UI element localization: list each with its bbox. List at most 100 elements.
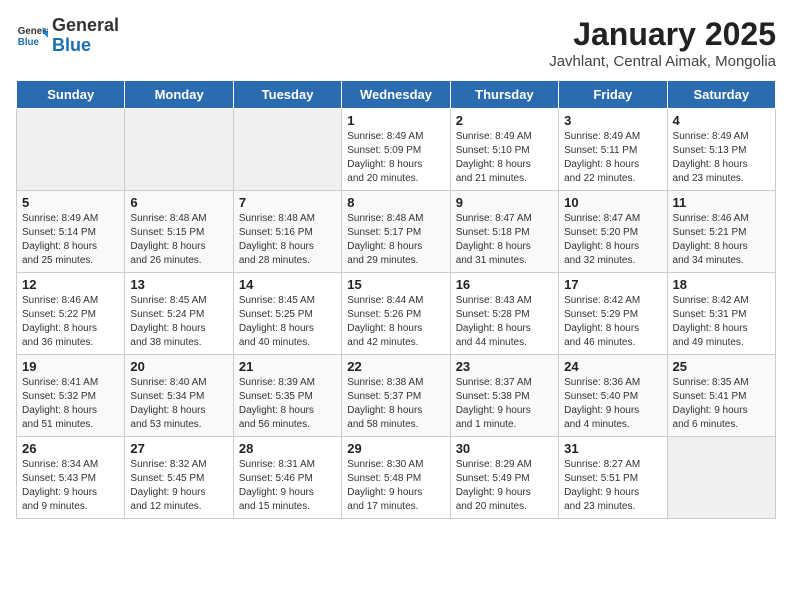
calendar-cell: 17 Sunrise: 8:42 AM Sunset: 5:29 PM Dayli… (559, 273, 667, 355)
day-info: Sunrise: 8:34 AM Sunset: 5:43 PM Dayligh… (22, 458, 119, 514)
weekday-header-wednesday: Wednesday (342, 81, 450, 109)
svg-text:Blue: Blue (18, 37, 40, 48)
weekday-header-row: SundayMondayTuesdayWednesdayThursdayFrid… (17, 81, 776, 109)
calendar-cell: 24Sunrise: 8:36 AM Sunset: 5:40 PM Dayli… (559, 355, 667, 437)
day-info: Sunrise: 8:40 AM Sunset: 5:34 PM Dayligh… (130, 376, 227, 432)
weekday-header-tuesday: Tuesday (233, 81, 341, 109)
calendar-cell: 5Sunrise: 8:49 AM Sunset: 5:14 PM Daylig… (17, 191, 125, 273)
weekday-header-monday: Monday (125, 81, 233, 109)
calendar-cell: 28 Sunrise: 8:31 AM Sunset: 5:46 PM Dayli… (233, 437, 341, 519)
day-number: 2 (456, 113, 553, 128)
calendar-cell: 8 Sunrise: 8:48 AM Sunset: 5:17 PM Daylig… (342, 191, 450, 273)
calendar-cell: 27 Sunrise: 8:32 AM Sunset: 5:45 PM Dayli… (125, 437, 233, 519)
day-number: 8 (347, 195, 444, 210)
calendar-cell: 25 Sunrise: 8:35 AM Sunset: 5:41 PM Dayli… (667, 355, 775, 437)
day-info: Sunrise: 8:46 AM Sunset: 5:21 PM Dayligh… (673, 212, 770, 268)
day-info: Sunrise: 8:49 AM Sunset: 5:09 PM Dayligh… (347, 130, 444, 186)
day-number: 12 (22, 277, 119, 292)
calendar-week-row: 5Sunrise: 8:49 AM Sunset: 5:14 PM Daylig… (17, 191, 776, 273)
calendar-cell: 10 Sunrise: 8:47 AM Sunset: 5:20 PM Dayli… (559, 191, 667, 273)
calendar-cell: 30 Sunrise: 8:29 AM Sunset: 5:49 PM Dayli… (450, 437, 558, 519)
calendar-body: 1Sunrise: 8:49 AM Sunset: 5:09 PM Daylig… (17, 109, 776, 519)
day-number: 30 (456, 441, 553, 456)
day-info: Sunrise: 8:42 AM Sunset: 5:31 PM Dayligh… (673, 294, 770, 350)
calendar-cell: 23Sunrise: 8:37 AM Sunset: 5:38 PM Dayli… (450, 355, 558, 437)
calendar-week-row: 19Sunrise: 8:41 AM Sunset: 5:32 PM Dayli… (17, 355, 776, 437)
calendar-cell: 15 Sunrise: 8:44 AM Sunset: 5:26 PM Dayli… (342, 273, 450, 355)
calendar-week-row: 1Sunrise: 8:49 AM Sunset: 5:09 PM Daylig… (17, 109, 776, 191)
day-info: Sunrise: 8:45 AM Sunset: 5:24 PM Dayligh… (130, 294, 227, 350)
logo-icon: General Blue (16, 20, 48, 52)
calendar-cell (233, 109, 341, 191)
day-number: 22 (347, 359, 444, 374)
calendar-cell: 26 Sunrise: 8:34 AM Sunset: 5:43 PM Dayli… (17, 437, 125, 519)
day-number: 5 (22, 195, 119, 210)
day-number: 27 (130, 441, 227, 456)
calendar-header: SundayMondayTuesdayWednesdayThursdayFrid… (17, 81, 776, 109)
day-number: 26 (22, 441, 119, 456)
day-info: Sunrise: 8:29 AM Sunset: 5:49 PM Dayligh… (456, 458, 553, 514)
calendar-cell (667, 437, 775, 519)
day-number: 3 (564, 113, 661, 128)
day-info: Sunrise: 8:42 AM Sunset: 5:29 PM Dayligh… (564, 294, 661, 350)
day-info: Sunrise: 8:47 AM Sunset: 5:20 PM Dayligh… (564, 212, 661, 268)
calendar-title: January 2025 (549, 16, 776, 53)
day-number: 28 (239, 441, 336, 456)
day-number: 29 (347, 441, 444, 456)
calendar-cell: 13 Sunrise: 8:45 AM Sunset: 5:24 PM Dayli… (125, 273, 233, 355)
day-number: 24 (564, 359, 661, 374)
calendar-cell: 3 Sunrise: 8:49 AM Sunset: 5:11 PM Daylig… (559, 109, 667, 191)
page-header: General Blue General Blue January 2025 J… (16, 16, 776, 70)
day-info: Sunrise: 8:48 AM Sunset: 5:15 PM Dayligh… (130, 212, 227, 268)
calendar-cell: 9Sunrise: 8:47 AM Sunset: 5:18 PM Daylig… (450, 191, 558, 273)
calendar-cell: 22Sunrise: 8:38 AM Sunset: 5:37 PM Dayli… (342, 355, 450, 437)
day-number: 13 (130, 277, 227, 292)
day-info: Sunrise: 8:32 AM Sunset: 5:45 PM Dayligh… (130, 458, 227, 514)
day-number: 17 (564, 277, 661, 292)
day-info: Sunrise: 8:31 AM Sunset: 5:46 PM Dayligh… (239, 458, 336, 514)
logo: General Blue General Blue (16, 16, 119, 56)
day-number: 23 (456, 359, 553, 374)
day-number: 19 (22, 359, 119, 374)
day-number: 7 (239, 195, 336, 210)
weekday-header-saturday: Saturday (667, 81, 775, 109)
calendar-cell: 20 Sunrise: 8:40 AM Sunset: 5:34 PM Dayli… (125, 355, 233, 437)
calendar-week-row: 12Sunrise: 8:46 AM Sunset: 5:22 PM Dayli… (17, 273, 776, 355)
day-info: Sunrise: 8:44 AM Sunset: 5:26 PM Dayligh… (347, 294, 444, 350)
day-number: 18 (673, 277, 770, 292)
day-info: Sunrise: 8:35 AM Sunset: 5:41 PM Dayligh… (673, 376, 770, 432)
day-info: Sunrise: 8:49 AM Sunset: 5:13 PM Dayligh… (673, 130, 770, 186)
day-number: 31 (564, 441, 661, 456)
day-info: Sunrise: 8:30 AM Sunset: 5:48 PM Dayligh… (347, 458, 444, 514)
day-info: Sunrise: 8:27 AM Sunset: 5:51 PM Dayligh… (564, 458, 661, 514)
calendar-cell (17, 109, 125, 191)
day-info: Sunrise: 8:49 AM Sunset: 5:10 PM Dayligh… (456, 130, 553, 186)
calendar-cell (125, 109, 233, 191)
calendar-cell: 16Sunrise: 8:43 AM Sunset: 5:28 PM Dayli… (450, 273, 558, 355)
title-block: January 2025 Javhlant, Central Aimak, Mo… (549, 16, 776, 70)
calendar-cell: 21Sunrise: 8:39 AM Sunset: 5:35 PM Dayli… (233, 355, 341, 437)
day-number: 15 (347, 277, 444, 292)
calendar-week-row: 26 Sunrise: 8:34 AM Sunset: 5:43 PM Dayli… (17, 437, 776, 519)
calendar-cell: 18 Sunrise: 8:42 AM Sunset: 5:31 PM Dayli… (667, 273, 775, 355)
day-info: Sunrise: 8:48 AM Sunset: 5:17 PM Dayligh… (347, 212, 444, 268)
calendar-cell: 11 Sunrise: 8:46 AM Sunset: 5:21 PM Dayli… (667, 191, 775, 273)
day-number: 11 (673, 195, 770, 210)
logo-blue-text: Blue (52, 35, 91, 55)
calendar-cell: 14Sunrise: 8:45 AM Sunset: 5:25 PM Dayli… (233, 273, 341, 355)
day-number: 14 (239, 277, 336, 292)
day-number: 10 (564, 195, 661, 210)
calendar-table: SundayMondayTuesdayWednesdayThursdayFrid… (16, 80, 776, 519)
weekday-header-friday: Friday (559, 81, 667, 109)
day-number: 20 (130, 359, 227, 374)
day-number: 9 (456, 195, 553, 210)
calendar-cell: 29 Sunrise: 8:30 AM Sunset: 5:48 PM Dayli… (342, 437, 450, 519)
day-number: 6 (130, 195, 227, 210)
day-info: Sunrise: 8:49 AM Sunset: 5:11 PM Dayligh… (564, 130, 661, 186)
calendar-cell: 1Sunrise: 8:49 AM Sunset: 5:09 PM Daylig… (342, 109, 450, 191)
calendar-cell: 2 Sunrise: 8:49 AM Sunset: 5:10 PM Daylig… (450, 109, 558, 191)
logo-general-text: General (52, 15, 119, 35)
calendar-cell: 7Sunrise: 8:48 AM Sunset: 5:16 PM Daylig… (233, 191, 341, 273)
day-info: Sunrise: 8:39 AM Sunset: 5:35 PM Dayligh… (239, 376, 336, 432)
day-number: 25 (673, 359, 770, 374)
